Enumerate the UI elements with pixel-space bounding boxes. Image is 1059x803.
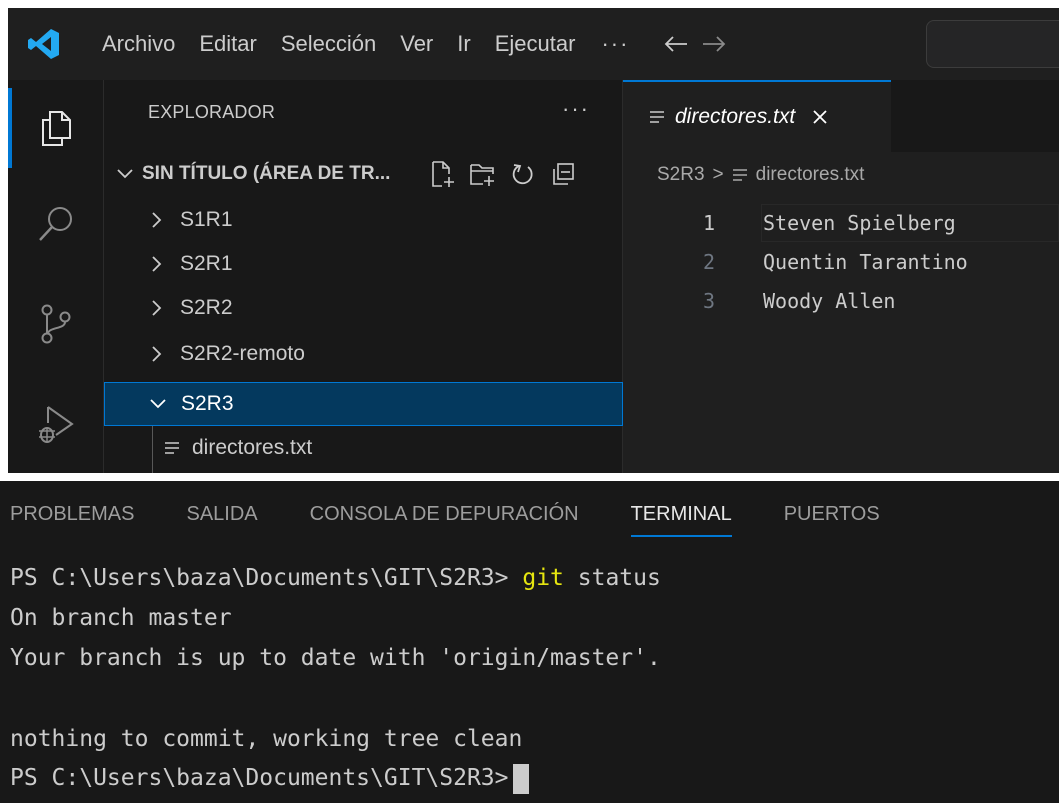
editor-area: directores.txt S2R3 > directores.txt 1 S… [623,80,1059,473]
forward-arrow-icon[interactable] [695,24,733,64]
folder-label: S1R1 [180,208,233,231]
tab-problemas[interactable]: PROBLEMAS [0,481,160,547]
tab-puertos[interactable]: PUERTOS [758,481,906,547]
breadcrumb-separator: > [712,164,724,185]
folder-s2r2[interactable]: S2R2 [104,286,623,330]
breadcrumb-file[interactable]: directores.txt [756,164,865,186]
terminal-cursor [512,763,529,794]
source-control-icon[interactable] [8,276,104,372]
refresh-icon[interactable] [506,158,540,190]
explorer-more-button[interactable]: ··· [562,96,590,122]
folder-s2r3[interactable]: S2R3 [104,382,623,426]
line-number: 2 [702,250,715,274]
terminal-prompt: PS C:\Users\baza\Documents\GIT\S2R3> [10,565,509,591]
breadcrumb: S2R3 > directores.txt [657,164,864,186]
close-icon[interactable] [809,109,831,125]
explorer-header: EXPLORADOR [148,102,276,122]
menu-more-button[interactable]: ··· [587,31,643,57]
menu-ver[interactable]: Ver [388,8,445,80]
activity-bar [8,80,104,473]
editor-tabs: directores.txt [623,80,1059,152]
workspace-title: SIN TÍTULO (ÁREA DE TR... [142,163,391,184]
tab-consola-depuracion[interactable]: CONSOLA DE DEPURACIÓN [284,481,605,547]
menu-ejecutar[interactable]: Ejecutar [483,8,588,80]
text-file-icon [164,441,182,455]
back-arrow-icon[interactable] [657,24,695,64]
search-icon[interactable] [8,176,104,272]
code-line[interactable]: 2 Quentin Tarantino [623,243,1059,281]
workspace-header[interactable]: SIN TÍTULO (ÁREA DE TR... [104,154,623,194]
chevron-down-icon [116,168,136,180]
terminal-output-line: On branch master [10,605,232,631]
line-text: Steven Spielberg [763,211,956,235]
terminal-command-name: git [522,565,564,591]
breadcrumb-folder[interactable]: S2R3 [657,164,705,186]
tab-salida[interactable]: SALIDA [160,481,283,547]
code-line[interactable]: 1 Steven Spielberg [623,204,1059,242]
file-directores-txt[interactable]: directores.txt [104,426,623,470]
chevron-right-icon [146,211,168,229]
line-number: 3 [702,289,715,313]
folder-label: S2R3 [181,392,234,415]
terminal-command-line[interactable]: PS C:\Users\baza\Documents\GIT\S2R3> git… [10,561,661,595]
line-text: Woody Allen [763,289,896,313]
folder-s2r2-remoto[interactable]: S2R2-remoto [104,332,623,376]
navigation-arrows [657,24,733,64]
folder-label: S2R2 [180,296,233,319]
menu-bar: Archivo Editar Selección Ver Ir Ejecutar… [90,8,643,80]
chevron-right-icon [146,299,168,317]
new-file-icon[interactable] [426,158,460,190]
folder-label: S2R2-remoto [180,342,305,365]
folder-s1r1[interactable]: S1R1 [104,198,623,242]
text-file-icon [649,110,667,124]
vscode-logo-icon [26,26,62,62]
menu-editar[interactable]: Editar [187,8,268,80]
terminal-command-args: status [577,565,661,591]
line-number: 1 [702,211,715,235]
title-bar: Archivo Editar Selección Ver Ir Ejecutar… [8,8,1059,80]
menu-archivo[interactable]: Archivo [90,8,187,80]
chevron-right-icon [146,255,168,273]
new-folder-icon[interactable] [466,158,500,190]
chevron-right-icon [146,345,168,363]
bottom-panel: PROBLEMAS SALIDA CONSOLA DE DEPURACIÓN T… [0,481,1059,803]
file-label: directores.txt [192,436,313,459]
terminal-output-line: nothing to commit, working tree clean [10,726,523,752]
command-center-search[interactable] [926,20,1059,68]
run-debug-icon[interactable] [8,376,104,472]
chevron-down-icon [147,398,169,410]
terminal-final-prompt: PS C:\Users\baza\Documents\GIT\S2R3> [10,765,509,791]
workspace-actions [426,158,586,190]
vscode-window: Archivo Editar Selección Ver Ir Ejecutar… [8,8,1059,473]
tab-title: directores.txt [675,105,796,128]
collapse-all-icon[interactable] [546,158,580,190]
folder-s2r1[interactable]: S2R1 [104,242,623,286]
panel-tabs: PROBLEMAS SALIDA CONSOLA DE DEPURACIÓN T… [0,481,1059,547]
menu-seleccion[interactable]: Selección [269,8,388,80]
explorer-icon[interactable] [8,80,104,176]
folder-label: S2R1 [180,252,233,275]
tab-terminal[interactable]: TERMINAL [605,481,758,547]
code-line[interactable]: 3 Woody Allen [623,282,1059,320]
line-text: Quentin Tarantino [763,250,968,274]
terminal-output-line: Your branch is up to date with 'origin/m… [10,645,661,671]
terminal-prompt-line[interactable]: PS C:\Users\baza\Documents\GIT\S2R3> [10,761,529,795]
tab-directores-txt[interactable]: directores.txt [623,80,891,152]
explorer-sidebar: EXPLORADOR ··· SIN TÍTULO (ÁREA DE TR... [104,80,623,473]
text-file-icon [732,168,748,182]
menu-ir[interactable]: Ir [445,8,482,80]
